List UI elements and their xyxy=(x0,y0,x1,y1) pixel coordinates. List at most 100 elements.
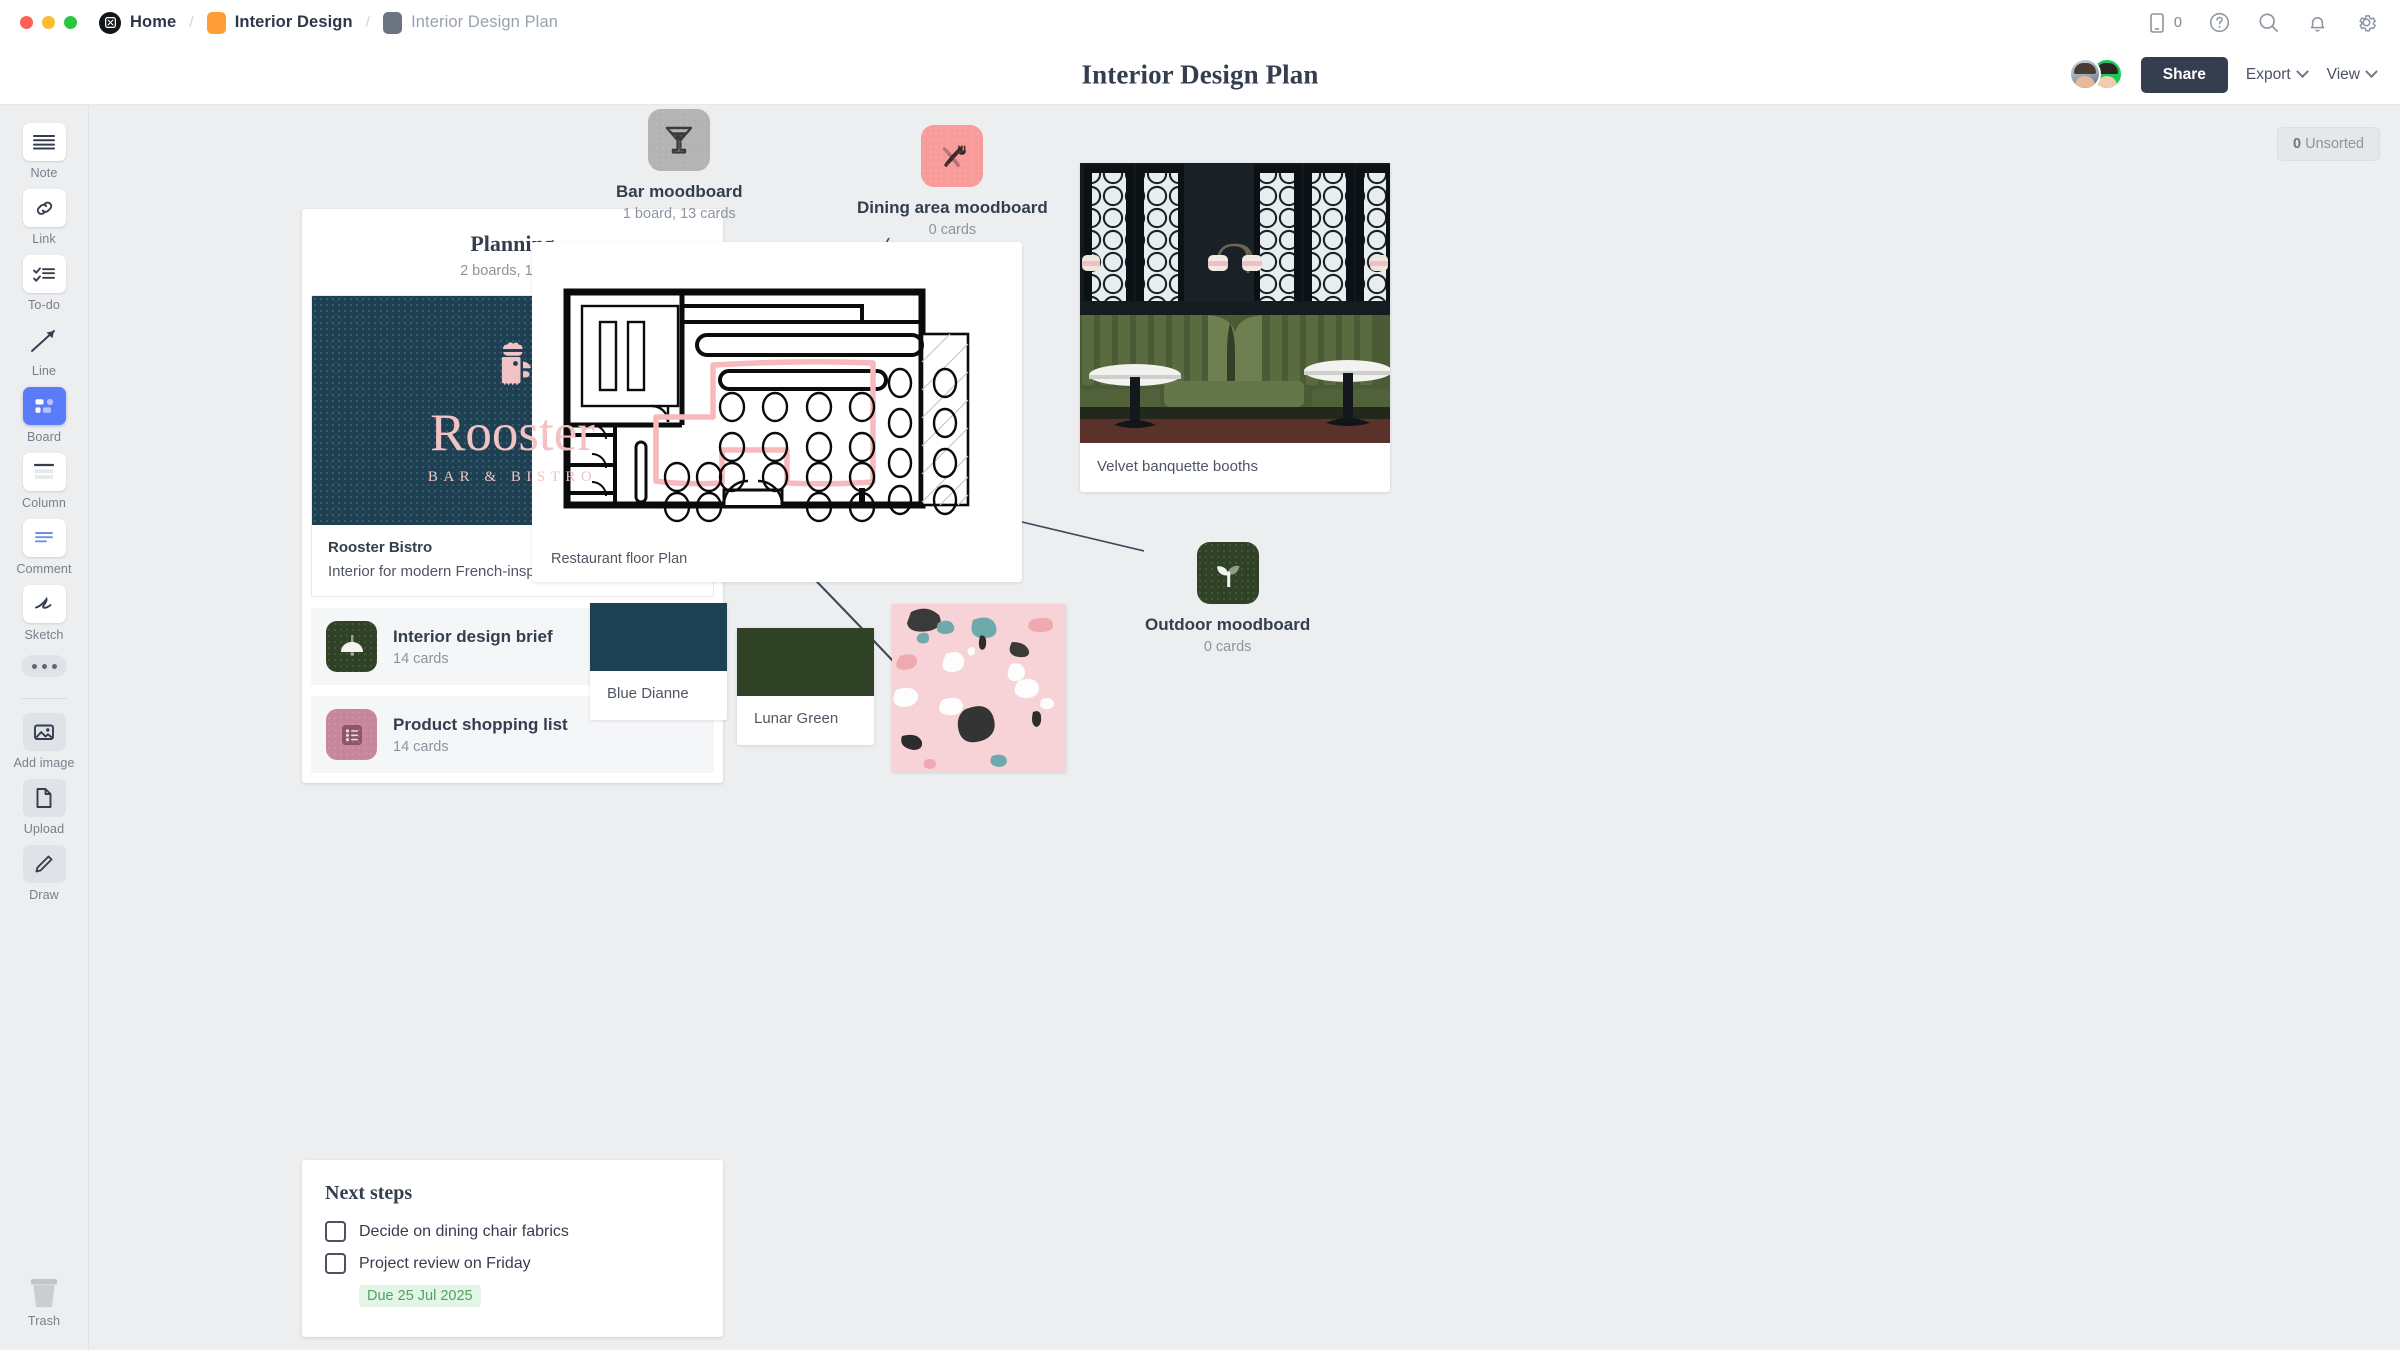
sub-board-text-1: Interior design brief 14 cards xyxy=(393,627,553,667)
settings-button[interactable] xyxy=(2355,11,2378,34)
floor-plan-card[interactable]: Restaurant floor Plan xyxy=(532,242,1022,582)
minimize-window-button[interactable] xyxy=(42,16,55,29)
page-title: Interior Design Plan xyxy=(1081,59,1319,89)
unsorted-button[interactable]: 0 Unsorted xyxy=(2277,127,2380,161)
chevron-down-icon-2 xyxy=(2365,65,2378,79)
search-icon xyxy=(2259,13,2278,32)
add-image-icon xyxy=(22,713,66,751)
app-window: Home / Interior Design / Interior Design… xyxy=(0,0,2400,1350)
rooster-tagline: BAR & BISTRO xyxy=(427,469,598,485)
trash-icon xyxy=(31,1279,57,1308)
tool-label-todo: To-do xyxy=(27,298,60,312)
swatch-color-lunar-green xyxy=(737,628,874,696)
upload-icon xyxy=(22,779,66,817)
view-button[interactable]: View xyxy=(2325,60,2378,90)
notifications-button[interactable] xyxy=(2306,11,2329,34)
tool-draw[interactable]: Draw xyxy=(8,845,80,902)
tool-label-column: Column xyxy=(22,496,66,510)
todo-item-2[interactable]: Project review on Friday xyxy=(325,1253,700,1274)
sub-board-text-2: Product shopping list 14 cards xyxy=(393,715,568,755)
draw-icon xyxy=(22,845,66,883)
tool-label-board: Board xyxy=(26,430,62,444)
header-actions: Share Export View xyxy=(2068,56,2378,93)
more-dots-icon xyxy=(21,655,67,677)
breadcrumb-item-home[interactable]: Home xyxy=(99,11,177,34)
top-bar: Home / Interior Design / Interior Design… xyxy=(0,0,2400,45)
window-controls[interactable] xyxy=(20,16,77,29)
pendant-lamp-icon xyxy=(326,621,377,672)
color-swatch-lunar-green[interactable]: Lunar Green xyxy=(737,628,874,745)
tool-trash[interactable]: Trash xyxy=(24,1275,64,1328)
swatch-color-blue-dianne xyxy=(590,603,727,671)
export-label: Export xyxy=(2245,65,2291,83)
todo-due-badge: Due 25 Jul 2025 xyxy=(359,1285,481,1307)
todo-icon xyxy=(22,255,66,293)
top-bar-actions: 0 xyxy=(2147,11,2378,35)
breadcrumb-item-interior-design[interactable]: Interior Design xyxy=(206,11,353,34)
tool-label-trash: Trash xyxy=(27,1314,61,1328)
tool-add-image[interactable]: Add image xyxy=(8,713,80,770)
swatch-name-blue-dianne: Blue Dianne xyxy=(607,685,689,702)
board-canvas[interactable]: 0 Unsorted Planning 2 boards, 1 card Roo… xyxy=(89,105,2400,1350)
sub-board-title-2: Product shopping list xyxy=(393,714,568,734)
close-window-button[interactable] xyxy=(20,16,33,29)
moodboard-dining-area[interactable]: Dining area moodboard 0 cards xyxy=(857,125,1048,238)
grey-board-icon xyxy=(383,11,403,34)
pink-terrazzo-swatch xyxy=(892,604,1066,772)
tool-label-comment: Comment xyxy=(16,562,72,576)
breadcrumb-item-interior-design-plan[interactable]: Interior Design Plan xyxy=(383,11,558,34)
sub-board-count-1: 14 cards xyxy=(393,650,449,667)
cocktail-icon xyxy=(648,109,711,171)
toolbar-divider xyxy=(21,698,67,699)
sketch-icon xyxy=(22,585,66,623)
collaborator-avatars[interactable] xyxy=(2068,57,2125,92)
chevron-down-icon xyxy=(2295,65,2309,79)
tool-label-upload: Upload xyxy=(23,822,65,836)
gear-icon xyxy=(2359,15,2376,32)
moodboard-outdoor-count: 0 cards xyxy=(1203,639,1252,655)
tool-todo[interactable]: To-do xyxy=(8,255,80,312)
breadcrumb-separator-2: / xyxy=(365,13,371,31)
breadcrumb: Home / Interior Design / Interior Design… xyxy=(99,11,558,34)
todo-label-2: Project review on Friday xyxy=(359,1254,531,1272)
tool-sketch[interactable]: Sketch xyxy=(8,585,80,642)
note-icon xyxy=(22,123,66,161)
avatar-1[interactable] xyxy=(2068,57,2101,90)
left-toolbar: Note Link To-do Line Board Column Commen… xyxy=(0,105,89,1350)
tool-upload[interactable]: Upload xyxy=(8,779,80,836)
tool-line[interactable]: Line xyxy=(8,321,80,378)
tool-comment[interactable]: Comment xyxy=(8,519,80,576)
mobile-app-button[interactable]: 0 xyxy=(2147,11,2182,35)
moodboard-bar[interactable]: Bar moodboard 1 board, 13 cards xyxy=(616,109,743,222)
mobile-icon xyxy=(2150,12,2164,33)
green-velvet-banquette-photo xyxy=(1080,163,1390,443)
image-card-velvet-banquette[interactable]: Velvet banquette booths xyxy=(1080,163,1390,492)
todo-checkbox-2[interactable] xyxy=(325,1253,346,1274)
tool-column[interactable]: Column xyxy=(8,453,80,510)
unsorted-label: Unsorted xyxy=(2305,136,2364,152)
tool-board[interactable]: Board xyxy=(8,387,80,444)
tool-more[interactable] xyxy=(8,655,80,677)
tool-note[interactable]: Note xyxy=(8,123,80,180)
terrazzo-swatch-card[interactable] xyxy=(892,604,1066,772)
next-steps-card[interactable]: Next steps Decide on dining chair fabric… xyxy=(302,1160,723,1337)
next-steps-title: Next steps xyxy=(325,1182,413,1204)
search-button[interactable] xyxy=(2257,11,2280,34)
color-swatch-blue-dianne[interactable]: Blue Dianne xyxy=(590,603,727,720)
milanote-logo-icon xyxy=(99,11,121,34)
mobile-count: 0 xyxy=(2173,14,2182,31)
breadcrumb-label-home: Home xyxy=(130,13,177,31)
tool-link[interactable]: Link xyxy=(8,189,80,246)
maximize-window-button[interactable] xyxy=(64,16,77,29)
help-button[interactable] xyxy=(2208,11,2231,34)
rooster-logo-icon xyxy=(501,342,531,386)
dining-zone-highlight xyxy=(653,359,876,487)
export-button[interactable]: Export xyxy=(2244,60,2309,90)
todo-checkbox-1[interactable] xyxy=(325,1221,346,1242)
moodboard-outdoor[interactable]: Outdoor moodboard 0 cards xyxy=(1145,542,1310,655)
swatch-name-lunar-green: Lunar Green xyxy=(754,710,839,727)
todo-item-1[interactable]: Decide on dining chair fabrics xyxy=(325,1221,700,1242)
share-button[interactable]: Share xyxy=(2140,56,2228,93)
seedling-icon xyxy=(1196,542,1259,604)
tool-label-note: Note xyxy=(30,166,58,180)
